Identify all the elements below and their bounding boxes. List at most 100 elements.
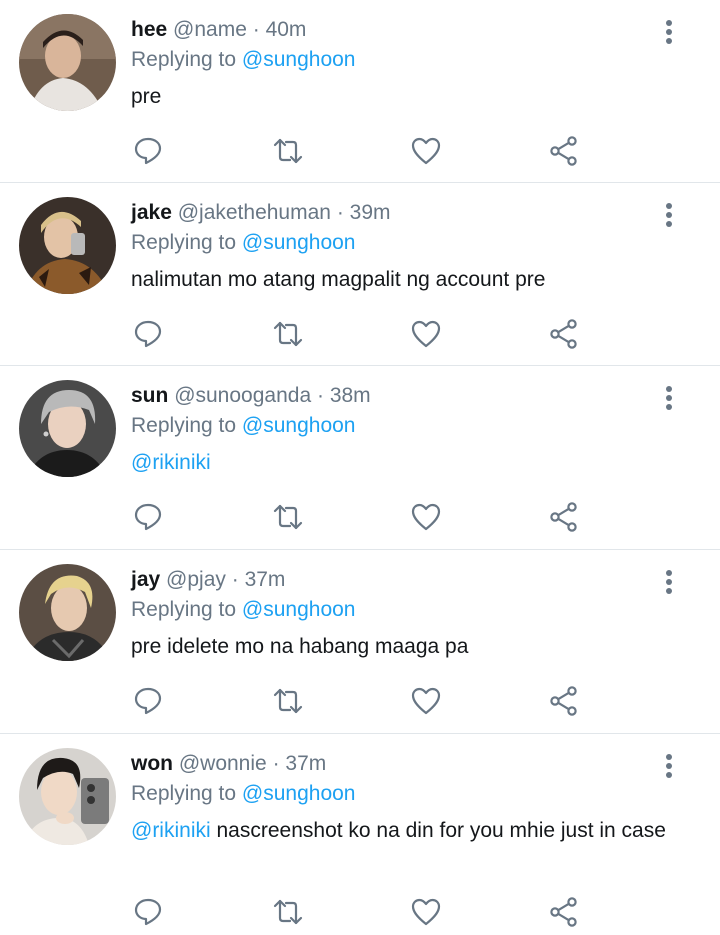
reply-button[interactable] [128,314,168,354]
avatar[interactable] [19,748,116,845]
share-button[interactable] [544,497,584,537]
retweet-button[interactable] [268,681,308,721]
replying-to-label: Replying to [131,48,237,71]
share-button[interactable] [544,314,584,354]
share-icon [550,686,577,716]
replying-to-mention[interactable]: @sunghoon [242,414,356,437]
replying-to: Replying to @sunghoon [131,780,355,808]
tweet-text: @rikiniki nascreenshot ko na din for you… [131,818,671,844]
action-bar [0,681,720,721]
tweet-header: jay @pjay · 37m [131,566,285,594]
avatar[interactable] [19,380,116,477]
reply-icon [134,687,162,715]
share-button[interactable] [544,131,584,171]
separator: · [252,18,260,41]
heart-icon [411,137,441,165]
replying-to: Replying to @sunghoon [131,596,355,624]
share-icon [550,502,577,532]
action-bar [0,497,720,537]
replying-to-mention[interactable]: @sunghoon [242,231,356,254]
timestamp[interactable]: 40m [266,18,307,41]
avatar[interactable] [19,564,116,661]
more-vertical-icon[interactable] [655,382,683,414]
text-mention[interactable]: @rikiniki [131,819,211,842]
avatar[interactable] [19,14,116,111]
replying-to-mention[interactable]: @sunghoon [242,48,356,71]
reply-button[interactable] [128,131,168,171]
replying-to-mention[interactable]: @sunghoon [242,782,356,805]
avatar[interactable] [19,197,116,294]
reply-tweet[interactable]: jay @pjay · 37m Replying to @sunghoon pr… [0,550,720,734]
like-button[interactable] [406,892,446,932]
like-button[interactable] [406,131,446,171]
separator: · [316,384,324,407]
reply-icon [134,503,162,531]
replying-to: Replying to @sunghoon [131,229,355,257]
share-button[interactable] [544,681,584,721]
more-vertical-icon[interactable] [655,750,683,782]
user-handle[interactable]: @wonnie [179,752,267,775]
like-button[interactable] [406,314,446,354]
heart-icon [411,320,441,348]
share-icon [550,897,577,927]
tweet-text: @rikiniki [131,450,671,476]
share-icon [550,136,577,166]
heart-icon [411,898,441,926]
reply-tweet[interactable]: won @wonnie · 37m Replying to @sunghoon … [0,734,720,935]
display-name[interactable]: jake [131,201,172,224]
reply-tweet[interactable]: sun @sunooganda · 38m Replying to @sungh… [0,366,720,550]
display-name[interactable]: sun [131,384,168,407]
reply-tweet[interactable]: hee @name · 40m Replying to @sunghoon pr… [0,0,720,183]
tweet-body: nascreenshot ko na din for you mhie just… [216,819,666,842]
replying-to-label: Replying to [131,598,237,621]
tweet-text: pre [131,84,671,110]
separator: · [272,752,280,775]
retweet-icon [273,899,303,925]
timestamp[interactable]: 38m [330,384,371,407]
reply-icon [134,320,162,348]
action-bar [0,314,720,354]
replying-to: Replying to @sunghoon [131,46,355,74]
timestamp[interactable]: 37m [285,752,326,775]
more-vertical-icon[interactable] [655,199,683,231]
user-handle[interactable]: @jakethehuman [178,201,331,224]
user-handle[interactable]: @pjay [166,568,226,591]
tweet-header: hee @name · 40m [131,16,306,44]
display-name[interactable]: jay [131,568,160,591]
reply-button[interactable] [128,892,168,932]
retweet-button[interactable] [268,131,308,171]
tweet-text: pre idelete mo na habang maaga pa [131,634,671,660]
user-handle[interactable]: @name [173,18,247,41]
more-vertical-icon[interactable] [655,16,683,48]
retweet-icon [273,321,303,347]
action-bar [0,892,720,932]
retweet-button[interactable] [268,892,308,932]
retweet-icon [273,504,303,530]
user-handle[interactable]: @sunooganda [174,384,311,407]
more-vertical-icon[interactable] [655,566,683,598]
heart-icon [411,503,441,531]
heart-icon [411,687,441,715]
retweet-icon [273,138,303,164]
action-bar [0,131,720,171]
tweet-body: pre idelete mo na habang maaga pa [131,635,469,658]
reply-tweet[interactable]: jake @jakethehuman · 39m Replying to @su… [0,183,720,366]
timestamp[interactable]: 37m [245,568,286,591]
retweet-button[interactable] [268,497,308,537]
text-mention[interactable]: @rikiniki [131,451,211,474]
tweet-text: nalimutan mo atang magpalit ng account p… [131,267,671,293]
retweet-button[interactable] [268,314,308,354]
reply-button[interactable] [128,497,168,537]
separator: · [336,201,344,224]
share-button[interactable] [544,892,584,932]
separator: · [231,568,239,591]
replying-to-mention[interactable]: @sunghoon [242,598,356,621]
reply-button[interactable] [128,681,168,721]
like-button[interactable] [406,681,446,721]
display-name[interactable]: hee [131,18,167,41]
display-name[interactable]: won [131,752,173,775]
timestamp[interactable]: 39m [350,201,391,224]
retweet-icon [273,688,303,714]
like-button[interactable] [406,497,446,537]
reply-icon [134,898,162,926]
